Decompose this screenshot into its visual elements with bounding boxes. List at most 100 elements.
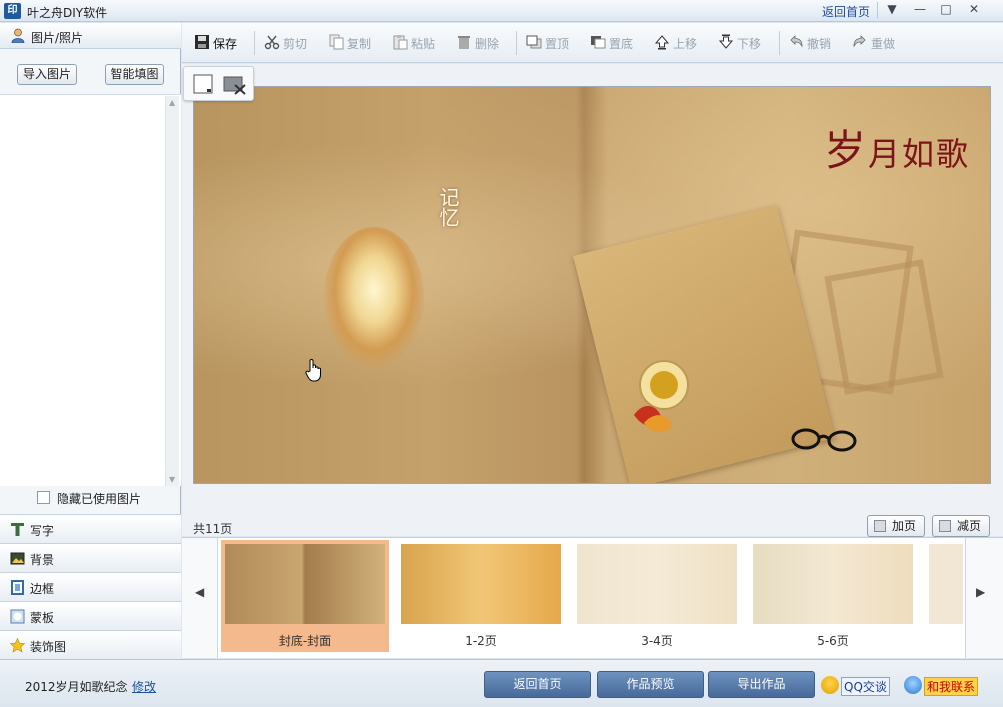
add-page-button[interactable]: 加页 (867, 515, 925, 537)
tool-background-label: 背景 (30, 553, 55, 567)
scroll-left-icon[interactable]: ◀ (195, 585, 204, 599)
tool-border-label: 边框 (30, 582, 55, 596)
cut-label: 剪切 (283, 37, 308, 51)
person-icon (11, 28, 25, 43)
thumbnail-image (577, 544, 737, 624)
thumbnail-page[interactable]: 5-6页 (749, 540, 917, 652)
photos-panel-header[interactable]: 图片/照片 (0, 23, 181, 49)
dropdown-menu-icon[interactable]: ▼ (878, 1, 906, 19)
tool-decoration[interactable]: 装饰图 (0, 630, 181, 659)
thumbnail-page[interactable]: 3-4页 (573, 540, 741, 652)
maximize-icon[interactable]: □ (932, 1, 960, 19)
scroll-right-icon[interactable]: ▶ (976, 585, 985, 599)
move-up-label: 上移 (673, 37, 698, 51)
thumbnail-image (929, 544, 963, 624)
toolbar-divider (254, 31, 255, 55)
arrow-up-icon (654, 35, 670, 50)
hand-cursor-icon (305, 359, 321, 382)
remove-page-icon (939, 520, 951, 532)
move-down-button[interactable]: 下移 (718, 33, 768, 53)
blank-page-icon[interactable] (193, 74, 213, 94)
photo-list[interactable] (0, 94, 181, 486)
tea-cup-decoration[interactable] (634, 345, 704, 435)
redo-button[interactable]: 重做 (852, 33, 902, 53)
background-tool-icon (10, 552, 25, 565)
tool-list: 写字 背景 边框 蒙板 装饰图 (0, 514, 181, 659)
hide-used-label[interactable]: 隐藏已使用图片 (57, 490, 141, 507)
remove-image-icon[interactable] (223, 75, 247, 95)
send-to-bottom-button[interactable]: 置底 (590, 33, 640, 53)
thumbnail-list: 封底-封面 1-2页 3-4页 5-6页 (217, 538, 966, 658)
send-to-back-icon (591, 36, 606, 49)
photo-list-scrollbar[interactable]: ▲ ▼ (165, 96, 179, 486)
tool-mask-label: 蒙板 (30, 611, 55, 625)
scissors-icon (264, 35, 280, 50)
preview-button[interactable]: 作品预览 (597, 671, 704, 698)
tool-text-label: 写字 (30, 524, 55, 538)
remove-page-button[interactable]: 减页 (932, 515, 990, 537)
copy-button[interactable]: 复制 (328, 33, 376, 53)
cover-title-rest: 月如歌 (868, 135, 971, 173)
text-tool-icon (11, 523, 24, 536)
undo-button[interactable]: 撤销 (788, 33, 838, 53)
glasses-decoration[interactable] (790, 425, 860, 453)
thumbnail-image (753, 544, 913, 624)
album-name: 2012岁月如歌纪念 (25, 680, 128, 694)
copy-icon (329, 34, 344, 50)
home-link[interactable]: 返回首页 (822, 3, 870, 20)
add-page-icon (874, 520, 886, 532)
thumbnail-page[interactable]: 1-2页 (397, 540, 565, 652)
delete-label: 删除 (475, 37, 500, 51)
tool-mask[interactable]: 蒙板 (0, 601, 181, 630)
import-photos-button[interactable]: 导入图片 (17, 64, 77, 85)
mask-tool-icon (10, 609, 25, 624)
thumbnail-caption: 5-6页 (817, 634, 849, 648)
redo-icon (853, 35, 866, 48)
hide-used-checkbox[interactable] (37, 491, 50, 504)
paste-icon (393, 35, 408, 50)
paste-button[interactable]: 粘贴 (392, 33, 440, 53)
toolbar-divider (779, 31, 780, 55)
app-logo-icon: 印 (4, 3, 21, 19)
move-up-button[interactable]: 上移 (654, 33, 704, 53)
export-button[interactable]: 导出作品 (708, 671, 815, 698)
delete-button[interactable]: 删除 (456, 33, 504, 53)
tool-decoration-label: 装饰图 (30, 640, 67, 654)
tool-background[interactable]: 背景 (0, 543, 181, 572)
cover-title-first-char: 岁 (824, 126, 869, 175)
qq-penguin-icon (821, 676, 839, 694)
thumbnail-caption: 封底-封面 (278, 634, 332, 648)
tool-text[interactable]: 写字 (0, 514, 181, 543)
smart-fill-button[interactable]: 智能填图 (105, 64, 164, 85)
save-label: 保存 (213, 37, 238, 51)
save-icon (195, 35, 209, 49)
copy-label: 复制 (347, 37, 372, 51)
album-spread-canvas[interactable]: 记忆 岁月如歌 (193, 86, 991, 484)
memory-text[interactable]: 记忆 (434, 187, 463, 227)
back-home-button[interactable]: 返回首页 (484, 671, 591, 698)
save-button[interactable]: 保存 (194, 33, 244, 53)
bring-to-top-button[interactable]: 置顶 (526, 33, 576, 53)
contact-me-label: 和我联系 (924, 677, 979, 696)
thumbnail-page-partial[interactable] (925, 540, 965, 652)
scroll-down-icon[interactable]: ▼ (169, 475, 175, 484)
remove-page-label: 减页 (957, 519, 982, 533)
close-icon[interactable]: ✕ (960, 1, 988, 19)
bring-to-front-icon (526, 35, 542, 49)
undo-icon (790, 35, 803, 48)
contact-me-button[interactable]: 和我联系 (904, 674, 979, 696)
cover-title[interactable]: 岁月如歌 (824, 117, 970, 178)
qq-chat-button[interactable]: QQ交谈 (821, 674, 890, 696)
thumbnail-cover[interactable]: 封底-封面 (221, 540, 389, 652)
tool-border[interactable]: 边框 (0, 572, 181, 601)
cut-button[interactable]: 剪切 (264, 33, 312, 53)
qq-chat-label: QQ交谈 (841, 677, 890, 696)
thumbnail-image (401, 544, 561, 624)
move-down-label: 下移 (737, 37, 762, 51)
memory-photo-placeholder[interactable] (324, 227, 424, 367)
redo-label: 重做 (871, 37, 896, 51)
edit-album-link[interactable]: 修改 (132, 678, 156, 695)
decor-frame[interactable] (824, 259, 944, 395)
scroll-up-icon[interactable]: ▲ (169, 98, 175, 107)
minimize-icon[interactable]: — (906, 1, 934, 19)
